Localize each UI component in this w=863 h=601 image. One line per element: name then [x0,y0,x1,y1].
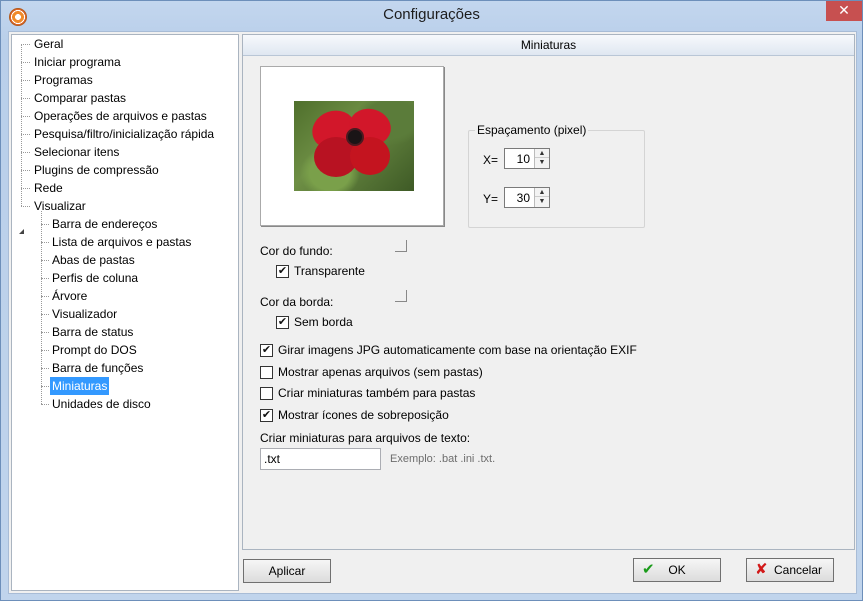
no-border-label: Sem borda [294,315,353,329]
ok-button[interactable]: ✔ OK [633,558,721,582]
apply-label: Aplicar [268,564,306,578]
x-value[interactable]: 10 [517,152,530,166]
collapse-arrow-icon[interactable] [19,229,24,234]
tree-item[interactable]: Barra de status [50,323,135,341]
panel-title: Miniaturas [243,35,854,56]
text-thumbs-label: Criar miniaturas para arquivos de texto: [260,431,471,445]
tree-item[interactable]: Geral [32,35,65,53]
tree-item[interactable]: Barra de endereços [50,215,159,233]
text-extensions-input[interactable]: .txt [260,448,381,470]
poppy-photo [294,101,414,191]
border-color-label: Cor da borda: [260,295,334,309]
x-spinner[interactable]: 10 ▲ ▼ [504,148,550,169]
x-label: X= [483,153,499,167]
close-button[interactable]: ✕ [826,1,862,21]
background-color-label: Cor do fundo: [260,244,333,258]
title-bar[interactable]: Configurações ✕ [1,1,862,31]
checkbox-box[interactable] [260,366,273,379]
settings-window: Configurações ✕ Geral Iniciar programa Pro… [0,0,863,601]
tree-item[interactable]: Rede [32,179,65,197]
tree-item[interactable]: Perfis de coluna [50,269,140,287]
tree-item[interactable]: Iniciar programa [32,53,123,71]
option-label: Mostrar apenas arquivos (sem pastas) [278,365,483,379]
tree-item[interactable]: Pesquisa/filtro/inicialização rápida [32,125,216,143]
tree-item[interactable]: Árvore [50,287,89,305]
y-up-icon[interactable]: ▲ [535,188,549,197]
tree-item[interactable]: Programas [32,71,95,89]
x-down-icon[interactable]: ▼ [535,158,549,167]
tree-item[interactable]: Abas de pastas [50,251,137,269]
checkbox-box[interactable]: ✔ [260,409,273,422]
checkbox-box[interactable]: ✔ [260,344,273,357]
y-value[interactable]: 30 [517,191,530,205]
apply-button[interactable]: Aplicar [243,559,331,583]
spacing-legend: Espaçamento (pixel) [475,123,589,137]
tree-item[interactable]: Lista de arquivos e pastas [50,233,193,251]
check-icon[interactable]: ✔ [276,316,289,329]
y-down-icon[interactable]: ▼ [535,197,549,206]
tree-item[interactable]: Visualizador [50,305,119,323]
checkbox-box[interactable] [260,387,273,400]
tree-item[interactable]: Prompt do DOS [50,341,139,359]
settings-tree[interactable]: Geral Iniciar programa Programas Comparar p… [11,34,239,591]
tree-item[interactable]: Selecionar itens [32,143,121,161]
check-icon[interactable]: ✔ [276,265,289,278]
border-color-picker[interactable] [395,290,407,302]
background-color-picker[interactable] [395,240,407,252]
tree-item[interactable]: Unidades de disco [50,395,153,413]
cancel-x-icon: ✘ [755,561,768,578]
transparent-label: Transparente [294,264,365,278]
ok-check-icon: ✔ [642,561,655,578]
tree-item[interactable]: Comparar pastas [32,89,128,107]
y-label: Y= [483,192,499,206]
option-label: Girar imagens JPG automaticamente com ba… [278,343,637,357]
tree-item[interactable]: Operações de arquivos e pastas [32,107,209,125]
tree-item[interactable]: Plugins de compressão [32,161,161,179]
tree-item[interactable]: Miniaturas [50,377,110,395]
cancel-button[interactable]: ✘ Cancelar [746,558,834,582]
option-label: Mostrar ícones de sobreposição [278,408,449,422]
dialog-body: Geral Iniciar programa Programas Comparar p… [8,31,857,594]
example-hint: Exemplo: .bat .ini .txt. [390,453,496,465]
ok-label: OK [668,563,686,577]
thumbnail-preview [260,66,444,226]
window-title: Configurações [383,6,480,23]
thumbnails-panel: Miniaturas Espaçamento (pixel) X= 10 ▲ ▼… [242,34,855,550]
y-spinner[interactable]: 30 ▲ ▼ [504,187,550,208]
option-label: Criar miniaturas também para pastas [278,386,476,400]
spacing-group: Espaçamento (pixel) X= 10 ▲ ▼ Y= 30 ▲ ▼ [468,123,645,228]
x-up-icon[interactable]: ▲ [535,149,549,158]
tree-item[interactable]: Barra de funções [50,359,145,377]
cancel-label: Cancelar [773,563,823,577]
